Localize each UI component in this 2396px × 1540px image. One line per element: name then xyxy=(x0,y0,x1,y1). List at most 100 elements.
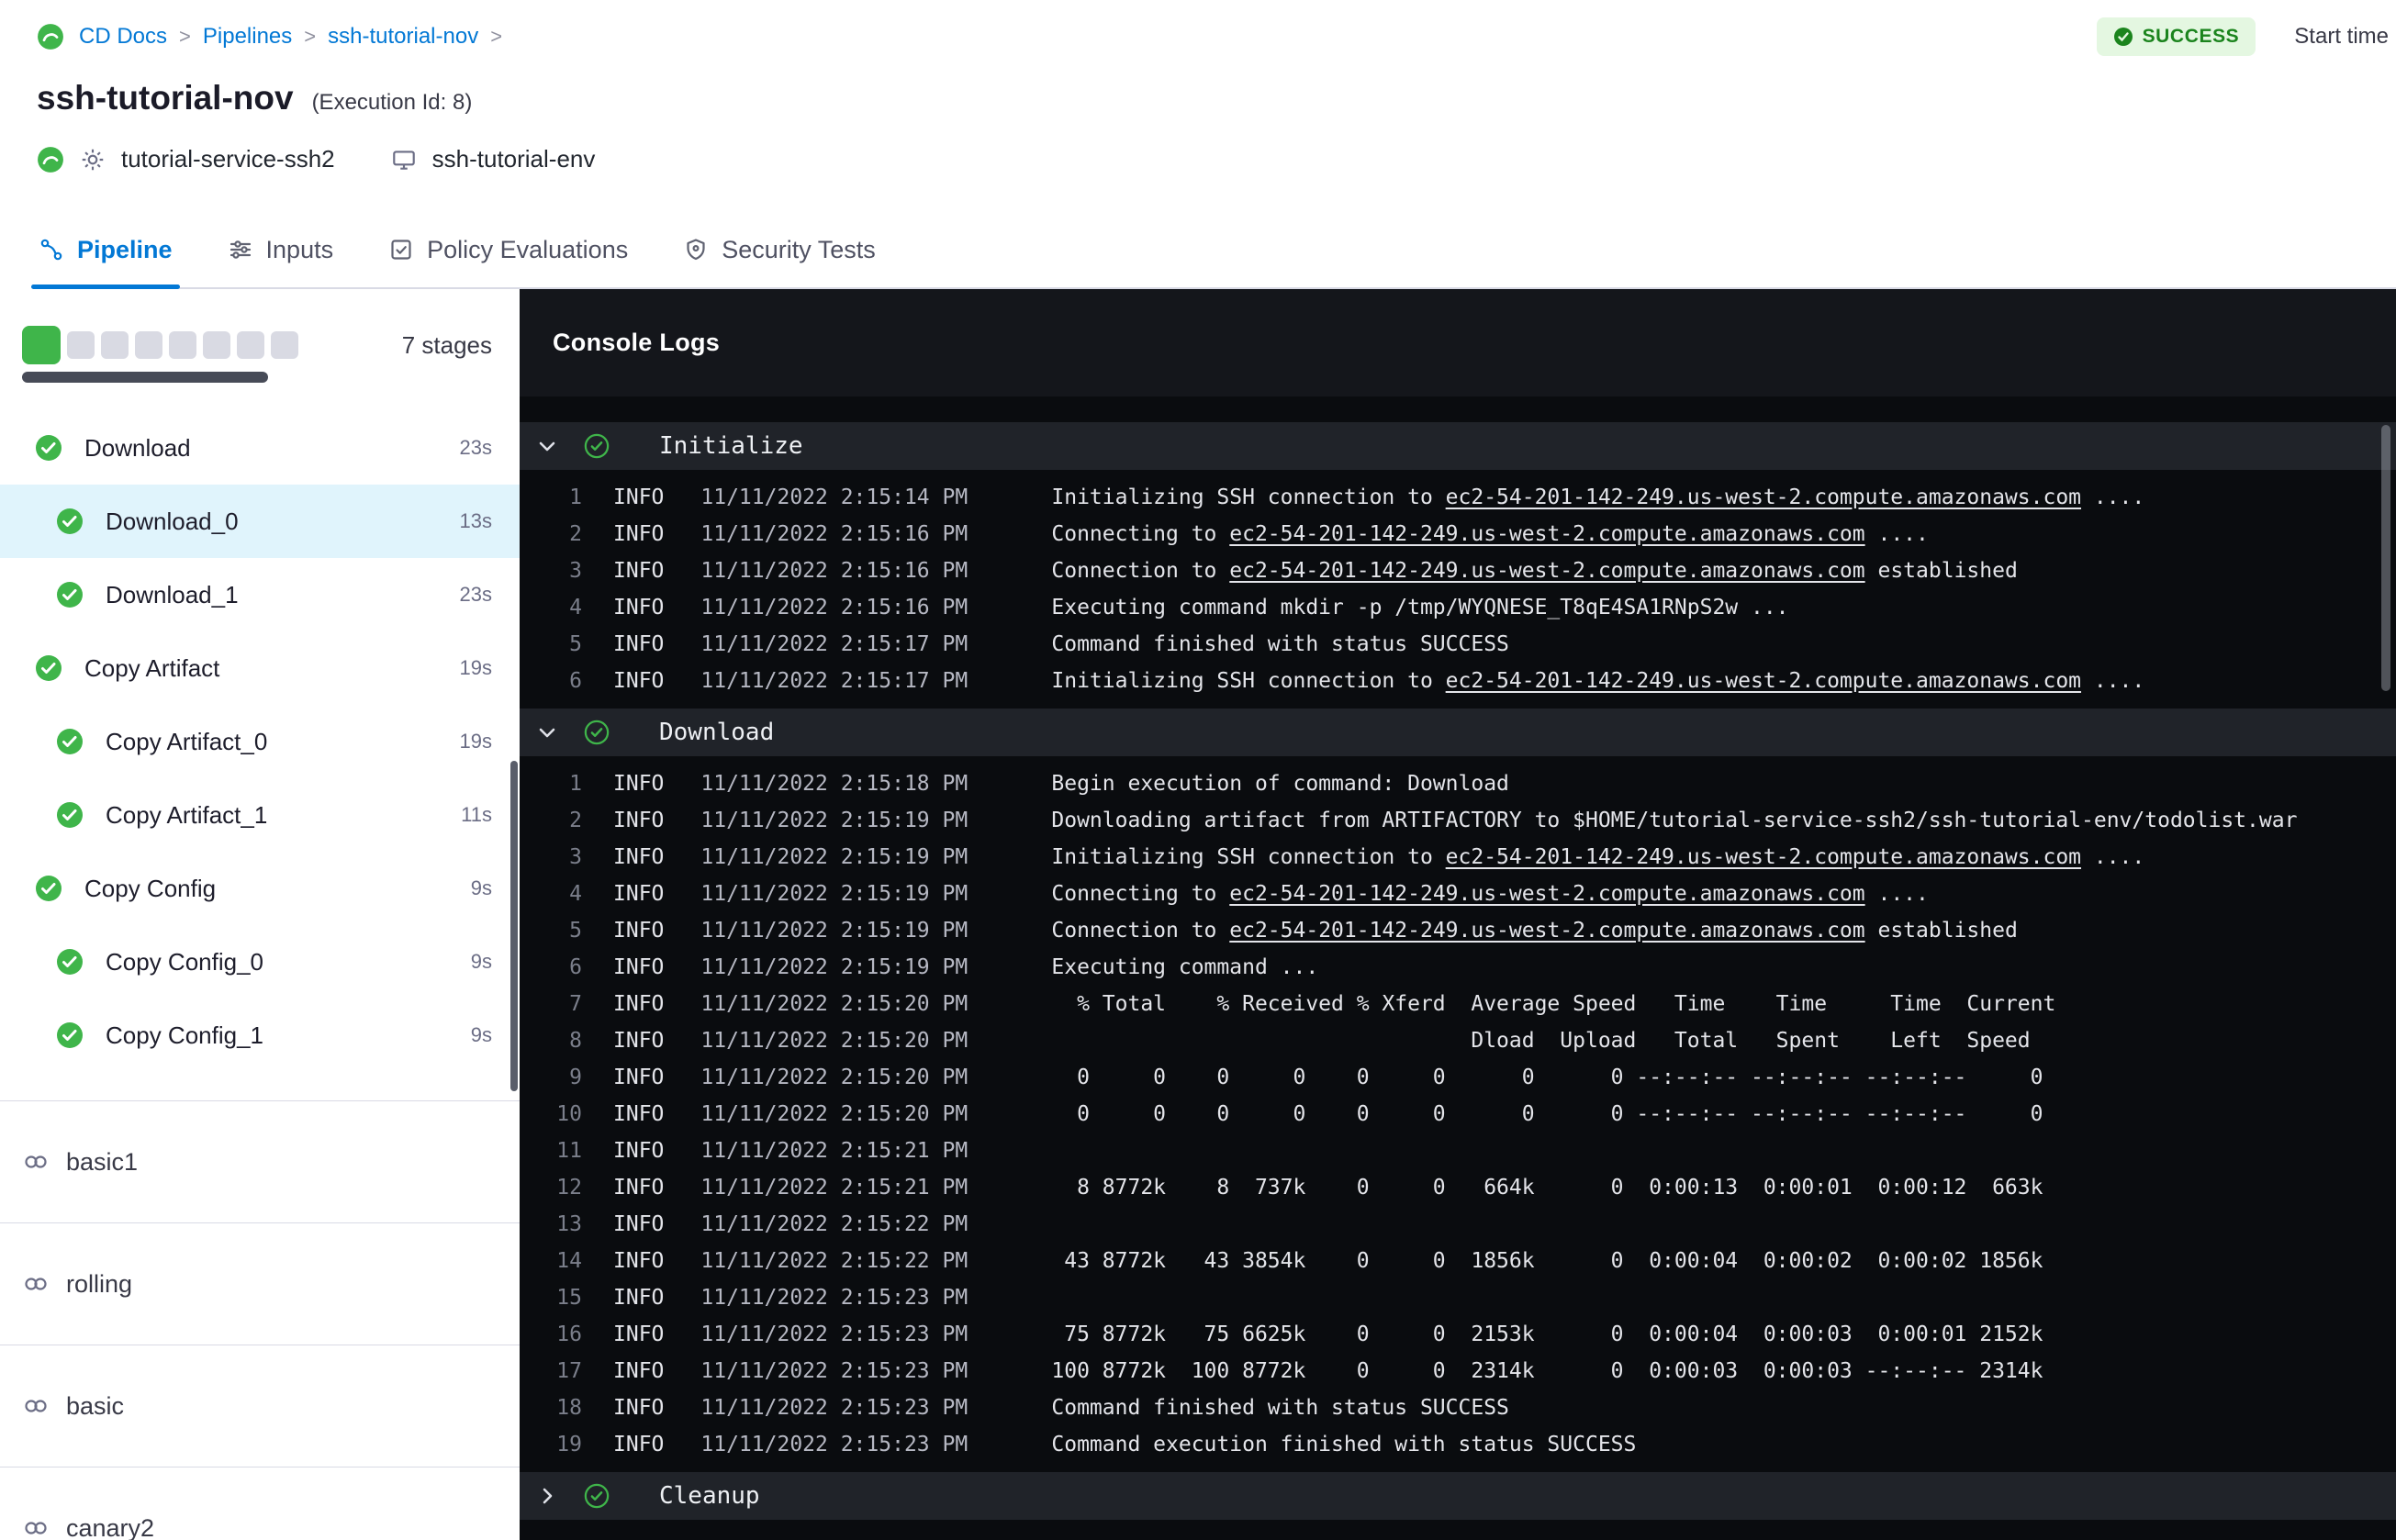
log-message: Connecting to ec2-54-201-142-249.us-west… xyxy=(1051,522,1929,546)
log-line: 2 INFO 11/11/2022 2:15:16 PM Connecting to … xyxy=(520,516,2396,552)
log-line: 8 INFO 11/11/2022 2:15:20 PM Dload Upload … xyxy=(520,1022,2396,1059)
tab-label: Security Tests xyxy=(722,235,876,263)
log-timestamp: 11/11/2022 2:15:20 PM xyxy=(700,992,968,1016)
breadcrumb-link-ssh-tutorial-nov[interactable]: ssh-tutorial-nov xyxy=(328,24,478,50)
service-environment-row: tutorial-service-ssh2 ssh-tutorial-env xyxy=(37,145,2396,173)
log-host-link[interactable]: ec2-54-201-142-249.us-west-2.compute.ama… xyxy=(1446,845,2081,869)
progress-square xyxy=(237,331,264,359)
log-line: 1 INFO 11/11/2022 2:15:18 PM Begin executio… xyxy=(520,765,2396,802)
log-level: INFO xyxy=(613,669,665,693)
console-titlebar: Console Logs xyxy=(520,289,2396,396)
pipeline-item-canary2[interactable]: canary2 xyxy=(0,1467,520,1540)
log-host-link[interactable]: ec2-54-201-142-249.us-west-2.compute.ama… xyxy=(1229,559,1864,583)
log-message: 0 0 0 0 0 0 0 0 --:--:-- --:--:-- --:--:… xyxy=(1051,1066,2043,1089)
log-line-number: 15 xyxy=(556,1286,582,1310)
sidebar-scrollbar[interactable] xyxy=(510,761,518,1091)
pipeline-item-basic1[interactable]: basic1 xyxy=(0,1100,520,1222)
stage-row-copy-config[interactable]: Copy Config 9s xyxy=(0,852,520,925)
progress-square xyxy=(203,331,230,359)
stage-row-copy-artifact-1[interactable]: Copy Artifact_1 11s xyxy=(0,778,520,852)
log-line: 16 INFO 11/11/2022 2:15:23 PM 75 8772k 75 … xyxy=(520,1316,2396,1353)
log-line: 19 INFO 11/11/2022 2:15:23 PM Command execu… xyxy=(520,1426,2396,1463)
log-line-number: 19 xyxy=(556,1433,582,1456)
log-section-header-initialize[interactable]: Initialize xyxy=(520,422,2396,470)
pipeline-item-basic[interactable]: basic xyxy=(0,1345,520,1467)
log-line: 10 INFO 11/11/2022 2:15:20 PM 0 0 0 0 0 0 … xyxy=(520,1096,2396,1133)
log-host-link[interactable]: ec2-54-201-142-249.us-west-2.compute.ama… xyxy=(1446,669,2081,693)
breadcrumb-link-pipelines[interactable]: Pipelines xyxy=(203,24,292,50)
stage-label: Copy Artifact_1 xyxy=(106,800,268,829)
log-level: INFO xyxy=(613,809,665,832)
chevron-down-icon[interactable] xyxy=(534,1483,560,1509)
pipeline-item-rolling[interactable]: rolling xyxy=(0,1222,520,1345)
log-timestamp: 11/11/2022 2:15:22 PM xyxy=(700,1249,968,1273)
breadcrumb-link-cd-docs[interactable]: CD Docs xyxy=(79,24,167,50)
log-level: INFO xyxy=(613,1212,665,1236)
log-level: INFO xyxy=(613,1359,665,1383)
log-section-title: Cleanup xyxy=(659,1482,760,1510)
log-timestamp: 11/11/2022 2:15:23 PM xyxy=(700,1433,968,1456)
log-message: 100 8772k 100 8772k 0 0 2314k 0 0:00:03 … xyxy=(1051,1359,2043,1383)
tab-policy-evaluations[interactable]: Policy Evaluations xyxy=(386,212,630,287)
progress-square xyxy=(67,331,95,359)
stage-label: Copy Config_0 xyxy=(106,947,263,976)
log-line-number: 3 xyxy=(569,845,582,869)
log-level: INFO xyxy=(613,955,665,979)
log-host-link[interactable]: ec2-54-201-142-249.us-west-2.compute.ama… xyxy=(1229,882,1864,906)
log-line: 4 INFO 11/11/2022 2:15:16 PM Executing comm… xyxy=(520,589,2396,626)
service-name: tutorial-service-ssh2 xyxy=(121,145,335,173)
log-section-header-cleanup[interactable]: Cleanup xyxy=(520,1472,2396,1520)
log-host-link[interactable]: ec2-54-201-142-249.us-west-2.compute.ama… xyxy=(1229,919,1864,943)
log-line: 9 INFO 11/11/2022 2:15:20 PM 0 0 0 0 0 0 0… xyxy=(520,1059,2396,1096)
log-line: 5 INFO 11/11/2022 2:15:19 PM Connection to … xyxy=(520,912,2396,949)
stage-row-copy-artifact-0[interactable]: Copy Artifact_0 19s xyxy=(0,705,520,778)
log-level: INFO xyxy=(613,1396,665,1420)
log-level: INFO xyxy=(613,1029,665,1053)
stage-row-download[interactable]: Download 23s xyxy=(0,411,520,485)
chevron-down-icon[interactable] xyxy=(534,720,560,745)
log-host-link[interactable]: ec2-54-201-142-249.us-west-2.compute.ama… xyxy=(1446,485,2081,509)
environment-name: ssh-tutorial-env xyxy=(431,145,596,173)
status-success-icon xyxy=(584,720,610,745)
breadcrumb-row: CD Docs > Pipelines > ssh-tutorial-nov > SUCC… xyxy=(37,17,2396,57)
success-check-icon xyxy=(2113,27,2133,47)
log-line-number: 3 xyxy=(569,559,582,583)
tab-pipeline[interactable]: Pipeline xyxy=(31,212,180,289)
status-success-icon xyxy=(584,433,610,459)
check-circle-icon xyxy=(56,581,84,608)
stage-row-copy-artifact[interactable]: Copy Artifact 19s xyxy=(0,631,520,705)
pipeline-label: basic1 xyxy=(66,1147,139,1176)
log-line-number: 8 xyxy=(569,1029,582,1053)
log-level: INFO xyxy=(613,1286,665,1310)
pipeline-link-icon xyxy=(22,1514,50,1540)
stage-row-copy-config-0[interactable]: Copy Config_0 9s xyxy=(0,925,520,999)
console-logs-panel: Console Logs Initialize 1 INFO 11/11/2022 2… xyxy=(520,289,2396,1540)
log-level: INFO xyxy=(613,1102,665,1126)
log-section-header-download[interactable]: Download xyxy=(520,709,2396,756)
pipeline-list: basic1 rolling basic canary2 xyxy=(0,1100,520,1540)
stage-row-download-1[interactable]: Download_1 23s xyxy=(0,558,520,631)
stage-duration: 23s xyxy=(459,436,492,459)
breadcrumb-separator: > xyxy=(490,25,503,48)
stage-label: Download_1 xyxy=(106,580,239,608)
stage-row-copy-config-1[interactable]: Copy Config_1 9s xyxy=(0,999,520,1072)
log-message: % Total % Received % Xferd Average Speed… xyxy=(1051,992,2056,1016)
stage-label: Download_0 xyxy=(106,507,239,535)
stage-duration: 13s xyxy=(459,509,492,532)
stage-row-download-0[interactable]: Download_0 13s xyxy=(0,485,520,558)
stage-duration: 11s xyxy=(461,803,492,826)
log-line: 6 INFO 11/11/2022 2:15:17 PM Initializing S… xyxy=(520,663,2396,699)
check-circle-icon xyxy=(56,508,84,535)
tab-inputs[interactable]: Inputs xyxy=(226,212,336,287)
log-timestamp: 11/11/2022 2:15:19 PM xyxy=(700,919,968,943)
header-right: SUCCESS Start time xyxy=(2096,17,2389,56)
log-message: Command finished with status SUCCESS xyxy=(1051,632,1509,656)
log-line-number: 2 xyxy=(569,522,582,546)
log-timestamp: 11/11/2022 2:15:20 PM xyxy=(700,1029,968,1053)
console-scrollbar[interactable] xyxy=(2381,425,2390,691)
tab-security-tests[interactable]: Security Tests xyxy=(681,212,878,287)
log-message: Command execution finished with status S… xyxy=(1051,1433,1637,1456)
check-circle-icon xyxy=(35,875,62,902)
log-host-link[interactable]: ec2-54-201-142-249.us-west-2.compute.ama… xyxy=(1229,522,1864,546)
chevron-down-icon[interactable] xyxy=(534,433,560,459)
